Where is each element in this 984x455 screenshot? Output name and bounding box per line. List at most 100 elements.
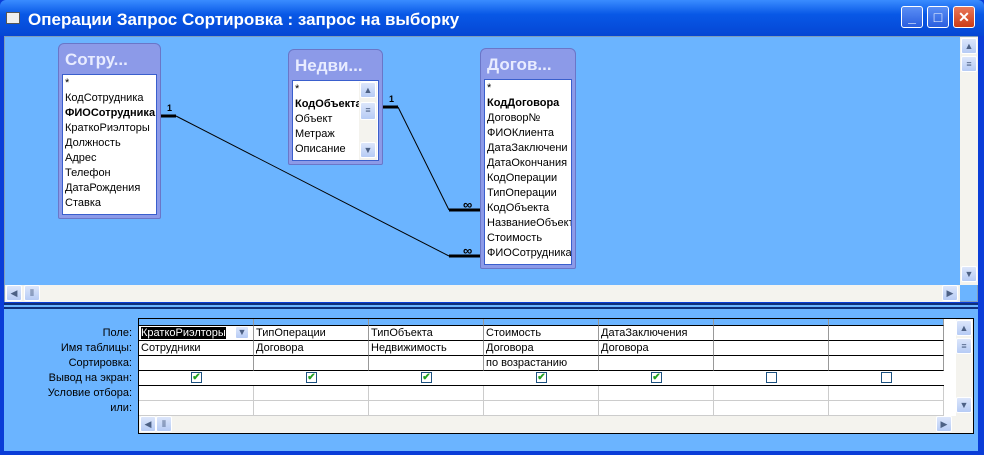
scroll-left-icon[interactable]: ◀ <box>140 416 156 432</box>
grid-cell-or[interactable] <box>369 401 484 416</box>
table-box-contracts[interactable]: Догов... * КодДоговора Договор№ ФИОКлиента Д… <box>480 48 576 269</box>
field-item[interactable]: КодСотрудника <box>65 91 154 106</box>
column-selector[interactable] <box>829 319 944 326</box>
grid-cell-table[interactable]: Сотрудники <box>139 341 254 356</box>
field-item[interactable]: НазваниеОбъекта <box>487 216 571 231</box>
vertical-scrollbar[interactable]: ▲ ≡ ▼ <box>960 37 978 285</box>
field-item[interactable]: КодДоговора <box>487 96 569 111</box>
scroll-thumb[interactable]: ⦀ <box>156 416 172 432</box>
grid-cell-field[interactable] <box>714 326 829 341</box>
close-button[interactable]: ✕ <box>953 6 975 28</box>
checkbox-checked[interactable]: ✔ <box>191 372 202 383</box>
checkbox-unchecked[interactable] <box>881 372 892 383</box>
grid-cell-criteria[interactable] <box>599 386 714 401</box>
scroll-thumb[interactable]: ⦀ <box>24 285 40 301</box>
scroll-down-icon[interactable]: ▼ <box>961 266 977 282</box>
field-item[interactable]: Должность <box>65 136 154 151</box>
field-item[interactable]: ДатаОкончания <box>487 156 569 171</box>
field-item[interactable]: ДатаРождения <box>65 181 154 196</box>
column-selector[interactable] <box>714 319 829 326</box>
grid-cell-field[interactable]: ТипОбъекта <box>369 326 484 341</box>
field-item[interactable]: КодОперации <box>487 171 569 186</box>
grid-cell-table[interactable]: Недвижимость <box>369 341 484 356</box>
grid-cell-table[interactable]: Договора <box>254 341 369 356</box>
dropdown-chevron-icon[interactable]: ▼ <box>235 326 249 339</box>
grid-cell-sort[interactable] <box>254 356 369 371</box>
checkbox-checked[interactable]: ✔ <box>306 372 317 383</box>
field-list[interactable]: * КодДоговора Договор№ ФИОКлиента ДатаЗаключ… <box>484 79 572 265</box>
scroll-thumb[interactable]: ≡ <box>961 56 977 72</box>
grid-cell-criteria[interactable] <box>714 386 829 401</box>
grid-cell-table[interactable] <box>714 341 829 356</box>
field-item[interactable]: ФИОСотрудника <box>487 246 571 261</box>
scroll-thumb[interactable]: ≡ <box>956 338 972 354</box>
field-item[interactable]: ДатаЗаключени <box>487 141 569 156</box>
grid-cell-or[interactable] <box>484 401 599 416</box>
grid-cell-sort[interactable] <box>139 356 254 371</box>
column-selector[interactable] <box>369 319 484 326</box>
table-box-employees[interactable]: Сотру... * КодСотрудника ФИОСотрудника Крат… <box>58 43 161 219</box>
grid-cell-criteria[interactable] <box>369 386 484 401</box>
grid-cell-sort[interactable] <box>714 356 829 371</box>
field-item[interactable]: ТипОперации <box>487 186 569 201</box>
grid-cell-or[interactable] <box>599 401 714 416</box>
field-item[interactable]: Договор№ <box>487 111 569 126</box>
scroll-up-icon[interactable]: ▲ <box>961 38 977 54</box>
grid-cell-sort[interactable] <box>369 356 484 371</box>
column-selector[interactable] <box>599 319 714 326</box>
field-item[interactable]: * <box>65 76 154 91</box>
grid-cell-field[interactable]: ТипОперации <box>254 326 369 341</box>
table-box-property[interactable]: Недви... * КодОбъекта Объект Метраж Описание… <box>288 49 383 165</box>
grid-cell-table[interactable] <box>829 341 944 356</box>
scroll-up-icon[interactable]: ▲ <box>360 82 376 98</box>
field-item[interactable]: * <box>487 81 569 96</box>
grid-cell-or[interactable] <box>714 401 829 416</box>
scroll-right-icon[interactable]: ▶ <box>936 416 952 432</box>
grid-cell-table[interactable]: Договора <box>599 341 714 356</box>
grid-vertical-scrollbar[interactable]: ▲ ≡ ▼ <box>956 319 973 416</box>
grid-cell-or[interactable] <box>254 401 369 416</box>
grid-horizontal-scrollbar[interactable]: ◀ ⦀ ▶ <box>139 416 973 433</box>
grid-cell-criteria[interactable] <box>254 386 369 401</box>
grid-cell-sort[interactable] <box>599 356 714 371</box>
horizontal-scrollbar[interactable]: ◀ ⦀ ▶ <box>5 285 960 302</box>
field-item[interactable]: КодОбъекта <box>487 201 569 216</box>
field-item[interactable]: Стоимость <box>487 231 569 246</box>
column-selector[interactable] <box>139 319 254 326</box>
scroll-down-icon[interactable]: ▼ <box>360 142 376 158</box>
minimize-button[interactable]: _ <box>901 6 923 28</box>
field-list[interactable]: * КодСотрудника ФИОСотрудника КраткоРиэлтор… <box>62 74 157 215</box>
checkbox-checked[interactable]: ✔ <box>421 372 432 383</box>
field-item[interactable]: КраткоРиэлторы <box>65 121 154 136</box>
grid-cell-or[interactable] <box>829 401 944 416</box>
query-design-grid[interactable]: ▼ КраткоРиэлторы Сотрудники ✔ ТипОперации Дог… <box>138 318 974 434</box>
column-selector[interactable] <box>254 319 369 326</box>
grid-cell-sort[interactable] <box>829 356 944 371</box>
checkbox-checked[interactable]: ✔ <box>651 372 662 383</box>
field-list-scrollbar[interactable]: ▲ ≡ ▼ <box>359 82 377 160</box>
grid-cell-table[interactable]: Договора <box>484 341 599 356</box>
maximize-button[interactable]: □ <box>927 6 949 28</box>
field-item[interactable]: Телефон <box>65 166 154 181</box>
grid-cell-criteria[interactable] <box>829 386 944 401</box>
grid-cell-criteria[interactable] <box>484 386 599 401</box>
grid-cell-field[interactable] <box>829 326 944 341</box>
grid-cell-field[interactable]: ДатаЗаключения <box>599 326 714 341</box>
field-item[interactable]: ФИОСотрудника <box>65 106 155 121</box>
scroll-left-icon[interactable]: ◀ <box>6 285 22 301</box>
checkbox-unchecked[interactable] <box>766 372 777 383</box>
scroll-thumb[interactable]: ≡ <box>360 102 376 120</box>
scroll-right-icon[interactable]: ▶ <box>942 285 958 301</box>
column-selector[interactable] <box>484 319 599 326</box>
grid-cell-field[interactable]: Стоимость <box>484 326 599 341</box>
scroll-up-icon[interactable]: ▲ <box>956 320 972 336</box>
grid-cell-criteria[interactable] <box>139 386 254 401</box>
checkbox-checked[interactable]: ✔ <box>536 372 547 383</box>
grid-cell-or[interactable] <box>139 401 254 416</box>
grid-cell-field[interactable]: ▼ КраткоРиэлторы <box>139 326 254 341</box>
scroll-down-icon[interactable]: ▼ <box>956 397 972 413</box>
grid-cell-sort[interactable]: по возрастанию <box>484 356 599 371</box>
field-item[interactable]: Ставка <box>65 196 154 211</box>
field-item[interactable]: ФИОКлиента <box>487 126 569 141</box>
field-item[interactable]: Адрес <box>65 151 154 166</box>
